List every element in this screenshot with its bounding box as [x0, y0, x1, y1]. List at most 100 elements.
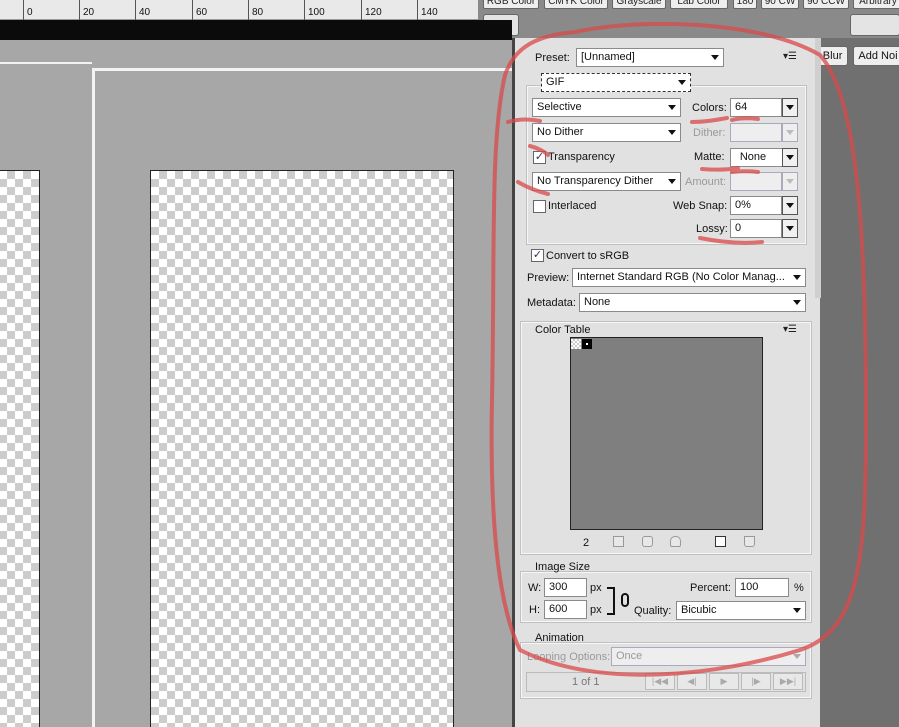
amount-input[interactable] [730, 172, 782, 191]
matte-value: None [739, 151, 767, 163]
optimized-image-preview[interactable] [150, 170, 454, 727]
trash-icon[interactable] [744, 536, 755, 547]
color-swatch-transparent[interactable] [571, 339, 581, 349]
background-area [820, 38, 899, 727]
color-count: 2 [583, 537, 590, 549]
image-size-title: Image Size [535, 561, 591, 573]
map-transparent-icon[interactable] [613, 536, 624, 547]
ruler-label: 100 [304, 0, 325, 20]
align-icons-button[interactable] [850, 14, 899, 36]
interlaced-label: Interlaced [548, 200, 597, 212]
lab-color-button[interactable]: Lab Color [670, 0, 728, 9]
rotate-180-button[interactable]: 180 [733, 0, 757, 9]
new-color-icon[interactable] [715, 536, 726, 547]
ruler-label: 120 [361, 0, 382, 20]
quality-select[interactable]: Bicubic [676, 601, 806, 620]
lossy-input[interactable]: 0 [730, 219, 782, 238]
chevron-down-icon [668, 130, 676, 135]
chevron-down-icon [678, 80, 686, 85]
chevron-down-icon [793, 608, 801, 613]
percent-label: Percent: [690, 582, 731, 594]
web-shift-icon[interactable] [642, 536, 653, 547]
transparency-dither-value: No Transparency Dither [537, 175, 654, 187]
ruler-label: 80 [248, 0, 263, 20]
action-toolbar: RGB Color CMYK Color Grayscale Lab Color… [478, 0, 899, 38]
width-unit: px [590, 582, 602, 594]
color-table-menu-icon[interactable]: ▾☰ [783, 324, 797, 335]
panel-menu-icon[interactable]: ▾☰ [783, 51, 797, 62]
looping-options-value: Once [616, 650, 643, 662]
colors-input[interactable]: 64 [730, 98, 782, 117]
ruler-label: 60 [192, 0, 207, 20]
quality-label: Quality: [634, 605, 672, 617]
next-frame-button[interactable]: |▶ [741, 673, 771, 690]
percent-input[interactable]: 100 [735, 578, 789, 597]
colors-dropdown-button[interactable] [782, 98, 798, 117]
document-tab-bar [0, 20, 512, 40]
original-image-preview[interactable] [0, 170, 40, 727]
rotate-90cw-button[interactable]: 90 CW [761, 0, 799, 9]
add-noise-button[interactable]: Add Noi [853, 46, 899, 66]
grayscale-button[interactable]: Grayscale [612, 0, 666, 9]
width-label: W: [528, 582, 542, 594]
dither-dropdown-button[interactable] [782, 123, 798, 142]
color-reduction-select[interactable]: Selective [532, 98, 681, 117]
chevron-down-icon [793, 300, 801, 305]
dither-algorithm-value: No Dither [537, 126, 584, 138]
first-frame-button[interactable]: |◀◀ [645, 673, 675, 690]
looping-options-select[interactable]: Once [611, 647, 806, 666]
preview-select[interactable]: Internet Standard RGB (No Color Manag... [572, 268, 806, 287]
format-select[interactable]: GIF [541, 73, 691, 92]
format-value: GIF [546, 76, 565, 88]
height-input[interactable]: 600 [544, 600, 587, 619]
dither-algorithm-select[interactable]: No Dither [532, 123, 681, 142]
height-unit: px [590, 604, 602, 616]
chevron-down-icon [793, 654, 801, 659]
amount-label: Amount: [685, 176, 726, 188]
interlaced-checkbox[interactable] [533, 200, 546, 213]
frame-counter: 1 of 1 [572, 676, 600, 688]
horizontal-ruler: 0 20 40 60 80 100 120 140 [0, 0, 478, 20]
width-input[interactable]: 300 [544, 578, 587, 597]
panel-scrollbar[interactable] [815, 38, 821, 298]
color-table-title: Color Table [535, 324, 591, 336]
chevron-down-icon [793, 275, 801, 280]
colors-label: Colors: [692, 102, 727, 114]
metadata-select[interactable]: None [579, 293, 806, 312]
chevron-down-icon [668, 105, 676, 110]
preset-value: [Unnamed] [581, 51, 635, 63]
cmyk-color-button[interactable]: CMYK Color [544, 0, 608, 9]
looping-options-label: Looping Options: [527, 651, 611, 663]
color-table-grid[interactable] [570, 337, 763, 530]
link-icon[interactable] [621, 593, 629, 607]
quality-value: Bicubic [681, 604, 717, 616]
lossy-label: Lossy: [696, 223, 728, 235]
previous-frame-button[interactable]: ◀| [677, 673, 707, 690]
web-snap-dropdown-button[interactable] [782, 196, 798, 215]
web-snap-input[interactable]: 0% [730, 196, 782, 215]
animation-title: Animation [535, 632, 584, 644]
divider [0, 62, 92, 64]
amount-dropdown-button[interactable] [782, 172, 798, 191]
divider [92, 68, 95, 727]
transparency-label: Transparency [548, 151, 615, 163]
rgb-color-button[interactable]: RGB Color [483, 0, 539, 9]
last-frame-button[interactable]: ▶▶| [773, 673, 803, 690]
lossy-dropdown-button[interactable] [782, 219, 798, 238]
ruler-label: 40 [135, 0, 150, 20]
preset-select[interactable]: [Unnamed] [576, 48, 724, 67]
preview-label: Preview: [527, 272, 570, 284]
rotate-arbitrary-button[interactable]: Arbitrary [853, 0, 899, 9]
convert-srgb-label: Convert to sRGB [546, 250, 630, 262]
matte-dropdown-button[interactable] [782, 148, 798, 167]
dither-input[interactable] [730, 123, 782, 142]
color-swatch[interactable] [582, 339, 592, 349]
rotate-90ccw-button[interactable]: 90 CCW [803, 0, 849, 9]
selected-marker [586, 343, 588, 345]
preset-label: Preset: [535, 52, 570, 64]
transparency-dither-select[interactable]: No Transparency Dither [532, 172, 681, 191]
transparency-checkbox[interactable]: ✓ [533, 151, 546, 164]
convert-srgb-checkbox[interactable]: ✓ [531, 249, 544, 262]
play-button[interactable]: ▶ [709, 673, 739, 690]
lock-icon[interactable] [670, 536, 681, 547]
